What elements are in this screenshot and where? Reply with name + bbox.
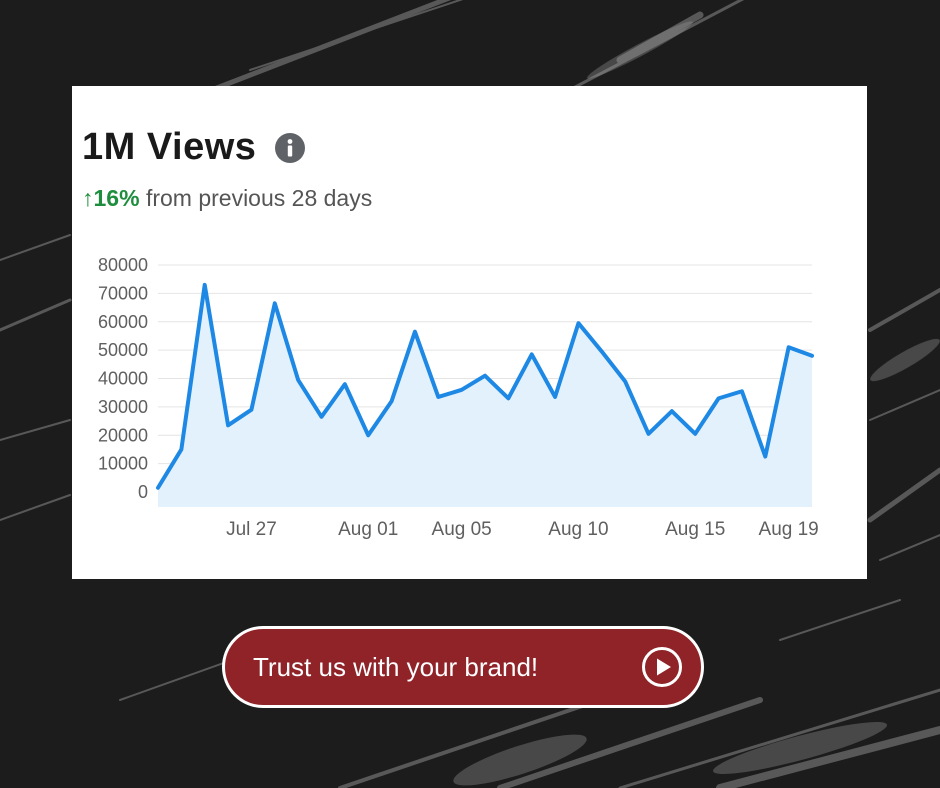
views-change: ↑16% from previous 28 days: [82, 185, 372, 212]
x-tick-label: Aug 10: [548, 519, 608, 540]
views-total: 1M Views: [82, 126, 257, 168]
y-axis-tick-labels: 0 10000 20000 30000 40000 50000 60000 70000 8000…: [98, 255, 148, 502]
y-tick-label: 0: [138, 482, 148, 502]
info-icon[interactable]: [274, 132, 306, 164]
cta-label: Trust us with your brand!: [253, 651, 539, 682]
y-tick-label: 30000: [98, 397, 148, 417]
x-tick-label: Aug 15: [665, 519, 725, 540]
change-period: from previous 28 days: [145, 185, 373, 211]
y-tick-label: 50000: [98, 340, 148, 360]
x-axis-tick-labels: Jul 27 Aug 01 Aug 05 Aug 10 Aug 15 Aug 19: [226, 519, 819, 540]
change-up-arrow: ↑: [82, 185, 94, 211]
y-tick-label: 60000: [98, 312, 148, 332]
y-tick-label: 40000: [98, 369, 148, 389]
x-tick-label: Aug 05: [432, 519, 492, 540]
x-tick-label: Jul 27: [226, 519, 277, 540]
change-percent: 16%: [93, 185, 140, 211]
views-headline: 1M Views: [82, 126, 306, 169]
x-tick-label: Aug 01: [338, 519, 398, 540]
y-tick-label: 80000: [98, 255, 148, 275]
x-tick-label: Aug 19: [759, 519, 819, 540]
trust-brand-button[interactable]: Trust us with your brand!: [222, 626, 704, 708]
play-circle-icon: [642, 647, 682, 687]
analytics-card: 0 10000 20000 30000 40000 50000 60000 70000 8000…: [72, 86, 867, 579]
y-tick-label: 10000: [98, 454, 148, 474]
y-tick-label: 70000: [98, 283, 148, 303]
y-tick-label: 20000: [98, 425, 148, 445]
